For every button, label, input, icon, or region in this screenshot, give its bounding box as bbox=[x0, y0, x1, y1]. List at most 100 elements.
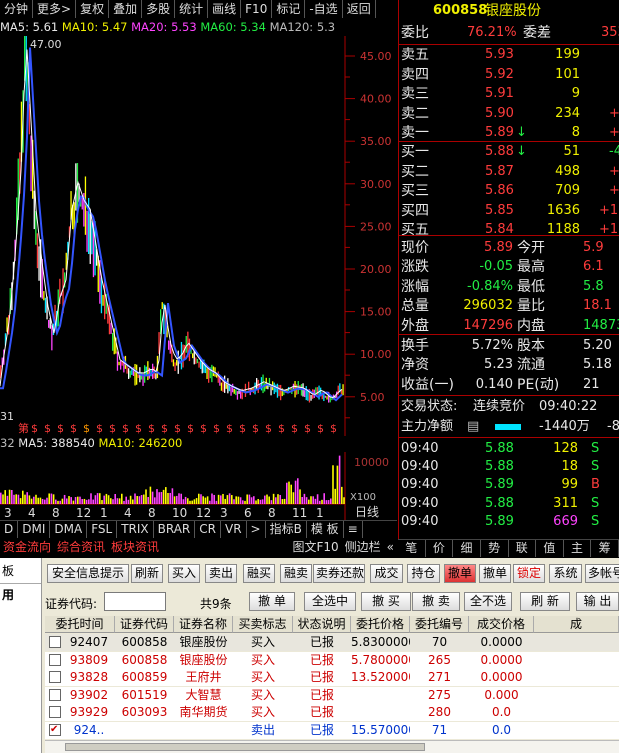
event-mark[interactable]: $ bbox=[278, 422, 285, 435]
toolbar-item-4[interactable]: 多股 bbox=[142, 0, 176, 18]
quote-tab-3[interactable]: 势 bbox=[481, 540, 509, 557]
col-header-8[interactable]: 成 bbox=[534, 616, 619, 633]
trade-btn-7[interactable]: 成交 bbox=[370, 564, 403, 583]
row-checkbox[interactable] bbox=[49, 636, 61, 648]
toolbar-item-10[interactable]: 返回 bbox=[343, 0, 376, 18]
scroll-thumb[interactable] bbox=[65, 743, 425, 751]
sells-row[interactable]: 卖三 5.91 9 bbox=[399, 85, 619, 103]
col-header-7[interactable]: 成交价格 bbox=[469, 616, 534, 633]
buys-row[interactable]: 买五 5.84 1188 +115 bbox=[399, 221, 619, 239]
h-scrollbar[interactable] bbox=[45, 740, 619, 753]
event-mark[interactable]: $ bbox=[200, 422, 207, 435]
quote-tab-1[interactable]: 价 bbox=[426, 540, 454, 557]
indicator-tab-6[interactable]: CR bbox=[195, 521, 221, 538]
event-mark[interactable]: $ bbox=[317, 422, 324, 435]
col-header-3[interactable]: 买卖标志 bbox=[233, 616, 293, 633]
info-tab-1[interactable]: 综合资讯 bbox=[54, 539, 108, 557]
toolbar-item-7[interactable]: F10 bbox=[241, 0, 273, 18]
event-mark[interactable]: $ bbox=[330, 422, 337, 435]
order-row[interactable]: 93929 603093 南华期货 买入 已报 280 0.0 bbox=[45, 704, 619, 722]
row-checkbox[interactable] bbox=[49, 671, 61, 684]
event-mark[interactable]: $ bbox=[239, 422, 246, 435]
trade-btn-12[interactable]: 系统 bbox=[549, 564, 582, 583]
row-checkbox[interactable] bbox=[49, 653, 61, 666]
event-mark[interactable]: $ bbox=[187, 422, 194, 435]
info-tab-5[interactable]: « bbox=[384, 539, 397, 557]
event-mark[interactable]: $ bbox=[161, 422, 168, 435]
kline-chart[interactable]: 45.00 40.00 35.00 30.00 25.00 20.00 15.00 10.00… bbox=[0, 36, 398, 436]
toolbar-item-6[interactable]: 画线 bbox=[208, 0, 242, 18]
event-mark[interactable]: 第 bbox=[18, 421, 29, 435]
indicator-tab-3[interactable]: FSL bbox=[87, 521, 118, 538]
sells-row[interactable]: 卖一 5.89 ↓ 8 + bbox=[399, 124, 619, 142]
trade-btn-1[interactable]: 刷新 bbox=[131, 564, 163, 583]
col-header-4[interactable]: 状态说明 bbox=[293, 616, 351, 633]
buys-row[interactable]: 买一 5.88 ↓ 51 -4 bbox=[399, 143, 619, 161]
action-btn-1[interactable]: 全选中 bbox=[304, 592, 356, 611]
left-nav-item-1[interactable]: 板 bbox=[0, 558, 41, 584]
quote-tab-4[interactable]: 联 bbox=[509, 540, 537, 557]
info-tab-2[interactable]: 板块资讯 bbox=[108, 539, 162, 557]
col-header-2[interactable]: 证券名称 bbox=[174, 616, 233, 633]
event-mark[interactable]: $ bbox=[109, 422, 116, 435]
row-checkbox[interactable]: ✔ bbox=[49, 724, 61, 736]
info-tab-0[interactable]: 资金流向 bbox=[0, 539, 54, 557]
trade-btn-3[interactable]: 卖出 bbox=[205, 564, 237, 583]
event-mark[interactable]: $ bbox=[44, 422, 51, 435]
event-mark[interactable]: $ bbox=[96, 422, 103, 435]
indicator-tab-1[interactable]: DMI bbox=[18, 521, 51, 538]
quote-tab-0[interactable]: 笔 bbox=[398, 540, 426, 557]
toolbar-item-5[interactable]: 统计 bbox=[175, 0, 209, 18]
toolbar-item-2[interactable]: 复权 bbox=[76, 0, 110, 18]
buys-row[interactable]: 买三 5.86 709 +1 bbox=[399, 182, 619, 200]
row-checkbox[interactable] bbox=[49, 706, 61, 719]
indicator-tab-5[interactable]: BRAR bbox=[154, 521, 196, 538]
toolbar-item-1[interactable]: 更多> bbox=[33, 0, 77, 18]
col-header-6[interactable]: 委托编号 bbox=[410, 616, 469, 633]
trade-btn-10[interactable]: 撤单 bbox=[479, 564, 511, 583]
action-btn-4[interactable]: 全不选 bbox=[464, 592, 512, 611]
quote-tab-2[interactable]: 细 bbox=[453, 540, 481, 557]
trade-btn-6[interactable]: 卖券还款 bbox=[313, 564, 365, 583]
action-btn-2[interactable]: 撤 买 bbox=[361, 592, 411, 611]
quote-tab-7[interactable]: 筹 bbox=[591, 540, 619, 557]
action-btn-6[interactable]: 输 出 bbox=[576, 592, 619, 611]
code-input[interactable] bbox=[104, 592, 166, 611]
toolbar-item-0[interactable]: 分钟 bbox=[0, 0, 34, 18]
indicator-tab-7[interactable]: VR bbox=[221, 521, 247, 538]
order-row[interactable]: 93902 601519 大智慧 买入 已报 275 0.000 bbox=[45, 686, 619, 704]
trade-btn-4[interactable]: 融买 bbox=[243, 564, 275, 583]
sells-row[interactable]: 卖四 5.92 101 bbox=[399, 66, 619, 84]
action-btn-0[interactable]: 撤 单 bbox=[249, 592, 295, 611]
trade-btn-0[interactable]: 安全信息提示 bbox=[47, 564, 129, 583]
event-mark[interactable]: $ bbox=[70, 422, 77, 435]
order-row[interactable]: 93809 600858 银座股份 买入 已报 5.78000000 265 0.0000 bbox=[45, 651, 619, 669]
event-mark[interactable]: $ bbox=[174, 422, 181, 435]
event-mark[interactable]: $ bbox=[57, 422, 64, 435]
order-row[interactable]: 93828 600859 王府井 买入 已报 13.52000000 271 0.0000 bbox=[45, 669, 619, 687]
toolbar-item-9[interactable]: -自选 bbox=[305, 0, 343, 18]
event-mark[interactable]: $ bbox=[122, 422, 129, 435]
toolbar-item-8[interactable]: 标记 bbox=[272, 0, 306, 18]
event-mark[interactable]: $ bbox=[252, 422, 259, 435]
buys-row[interactable]: 买四 5.85 1636 +17 bbox=[399, 202, 619, 220]
indicator-tab-11[interactable]: ≡ bbox=[344, 521, 363, 538]
sells-row[interactable]: 卖二 5.90 234 +9 bbox=[399, 105, 619, 123]
event-mark[interactable]: $ bbox=[135, 422, 142, 435]
order-row[interactable]: 92407 600858 银座股份 买入 已报 5.83000000 70 0.0000 bbox=[45, 634, 619, 651]
sells-row[interactable]: 卖五 5.93 199 bbox=[399, 46, 619, 64]
info-tab-4[interactable]: 侧边栏 bbox=[342, 539, 384, 557]
toolbar-item-3[interactable]: 叠加 bbox=[109, 0, 143, 18]
event-mark[interactable]: $ bbox=[265, 422, 272, 435]
event-mark[interactable]: $ bbox=[31, 422, 38, 435]
col-header-5[interactable]: 委托价格 bbox=[351, 616, 410, 633]
trade-btn-5[interactable]: 融卖 bbox=[280, 564, 312, 583]
buys-row[interactable]: 买二 5.87 498 +1 bbox=[399, 163, 619, 181]
action-btn-3[interactable]: 撤 卖 bbox=[412, 592, 460, 611]
indicator-tab-4[interactable]: TRIX bbox=[117, 521, 154, 538]
quote-tab-6[interactable]: 主 bbox=[564, 540, 592, 557]
row-checkbox[interactable] bbox=[49, 688, 61, 701]
indicator-tab-8[interactable]: > bbox=[247, 521, 266, 538]
trade-btn-13[interactable]: 多帐号 bbox=[585, 564, 619, 583]
indicator-tab-10[interactable]: 模 板 bbox=[307, 521, 344, 538]
